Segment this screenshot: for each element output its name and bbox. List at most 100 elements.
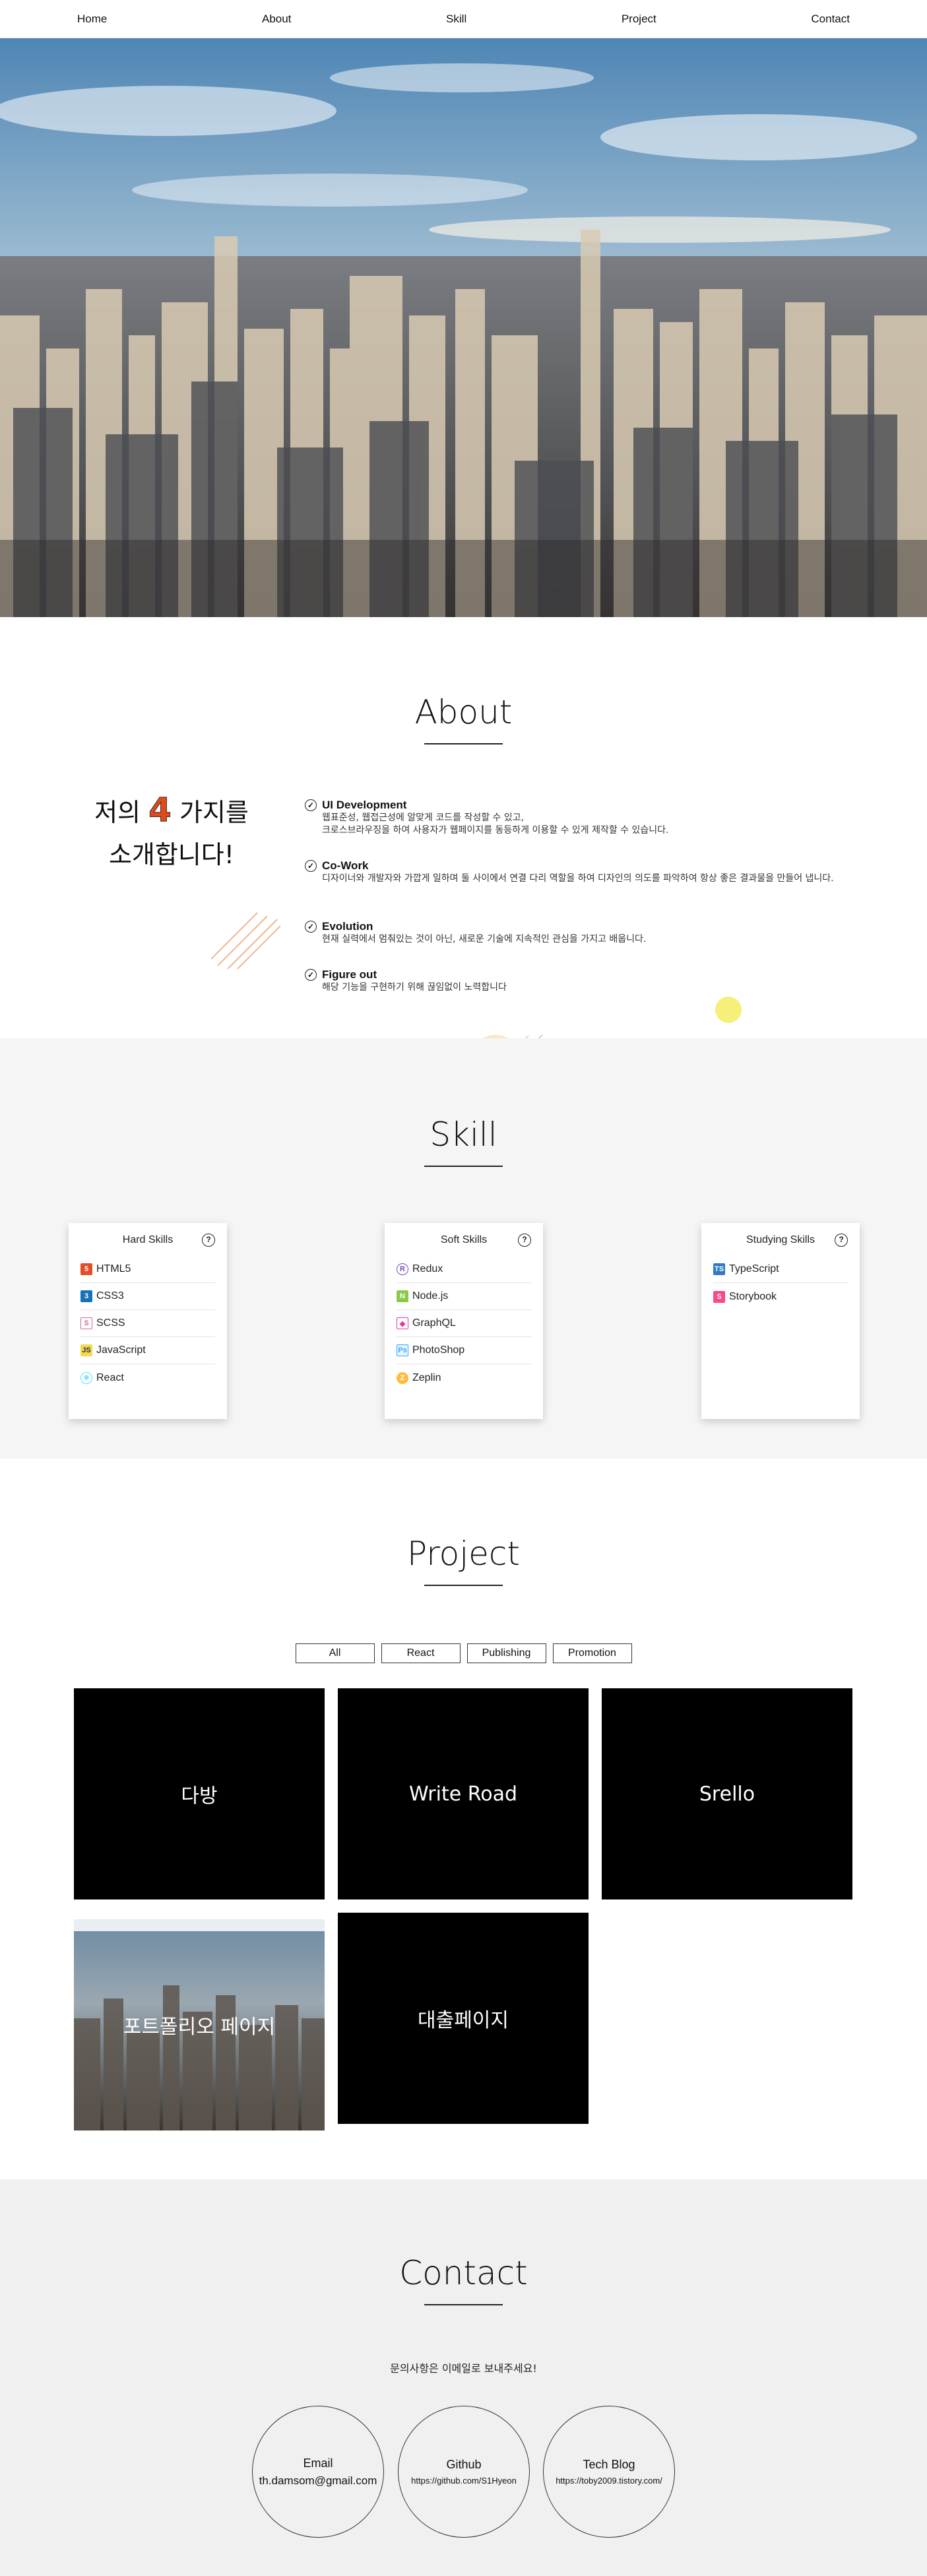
about-item-desc: 현재 실력에서 멈춰있는 것이 아닌, 새로운 기술에 지속적인 관심을 가지고… [322, 934, 647, 944]
project-card-srello[interactable]: Srello [602, 1688, 852, 1899]
typescript-icon: TS [713, 1263, 725, 1275]
question-circle-icon[interactable]: ? [202, 1234, 215, 1247]
project-card-dabang[interactable]: 다방 [74, 1688, 325, 1899]
skill-card-soft: Soft Skills? R Redux N Node.js ◆ GraphQL Ps… [385, 1223, 543, 1419]
about-title: About [414, 693, 513, 731]
about-title-underline [424, 743, 503, 744]
check-circle-icon: ✓ [305, 860, 317, 872]
contact-email-title: Email [303, 2456, 333, 2470]
top-nav: Home About Skill Project Contact [0, 0, 927, 38]
about-item-title: Co-Work [322, 859, 369, 872]
diagonal-stripes-decoration [211, 912, 280, 969]
check-circle-icon: ✓ [305, 799, 317, 811]
project-filters: All React Publishing Promotion [0, 1643, 927, 1663]
skill-item-javascript: JS JavaScript [80, 1337, 215, 1364]
graphql-icon: ◆ [397, 1317, 408, 1329]
photoshop-icon: Ps [397, 1344, 408, 1356]
project-card-title: 대출페이지 [418, 2009, 509, 2032]
project-title: Project [406, 1535, 521, 1573]
nav-contact[interactable]: Contact [811, 13, 850, 26]
skill-item-css3: 3 CSS3 [80, 1283, 215, 1310]
skill-item-nodejs: N Node.js [397, 1283, 531, 1310]
about-item-title: Figure out [322, 968, 377, 981]
contact-blog-title: Tech Blog [583, 2458, 635, 2471]
about-item-figure-out: ✓ Figure out 해당 기능을 구현하기 위해 끊임없이 노력합니다 [305, 968, 866, 994]
about-intro: 저의 4 가지를 소개합니다! [66, 789, 277, 876]
about-intro-line1: 저의 4 가지를 [66, 789, 277, 834]
project-card-title: 다방 [181, 1785, 218, 1808]
about-intro-pre: 저의 [94, 798, 141, 827]
html5-icon: 5 [80, 1263, 92, 1275]
question-circle-icon[interactable]: ? [518, 1234, 531, 1247]
storybook-icon: S [713, 1290, 725, 1303]
skill-label: SCSS [96, 1317, 125, 1329]
nav-project[interactable]: Project [622, 13, 656, 26]
skill-item-redux: R Redux [397, 1256, 531, 1283]
nodejs-icon: N [397, 1290, 408, 1302]
skill-item-typescript: TS TypeScript [713, 1256, 848, 1283]
skill-card-title: Hard Skills [122, 1234, 174, 1245]
skill-item-html5: 5 HTML5 [80, 1256, 215, 1283]
skill-label: TypeScript [729, 1263, 779, 1274]
skill-item-react: ⚛ React [80, 1364, 215, 1391]
contact-title-underline [424, 2304, 503, 2305]
about-item-evolution: ✓ Evolution 현재 실력에서 멈춰있는 것이 아닌, 새로운 기술에 지… [305, 920, 866, 946]
skill-label: CSS3 [96, 1290, 124, 1302]
about-item-desc: 디자이너와 개발자와 가깝게 일하며 둘 사이에서 연결 다리 역할을 하여 디… [322, 873, 834, 884]
react-icon: ⚛ [80, 1371, 92, 1384]
project-card-title: 포트폴리오 페이지 [123, 2016, 276, 2039]
contact-github-value[interactable]: https://github.com/S1Hyeon [411, 2476, 517, 2486]
skill-item-scss: S SCSS [80, 1310, 215, 1337]
contact-message: 문의사항은 이메일로 보내주세요! [390, 2362, 537, 2375]
contact-email[interactable]: Email th.damsom@gmail.com [252, 2406, 384, 2538]
about-intro-post: 가지를 [179, 798, 249, 827]
about-item-ui-development: ✓ UI Development 웹표준성, 웹접근성에 알맞게 코드를 작성할 … [305, 799, 866, 837]
project-card-title: Write Road [408, 1782, 518, 1806]
nav-about[interactable]: About [262, 13, 291, 26]
contact-github[interactable]: Github https://github.com/S1Hyeon [398, 2406, 530, 2538]
skill-label: HTML5 [96, 1263, 131, 1274]
skill-label: GraphQL [412, 1317, 456, 1329]
contact-email-value[interactable]: th.damsom@gmail.com [259, 2474, 377, 2488]
about-item-title: UI Development [322, 799, 407, 811]
skill-label: Redux [412, 1263, 443, 1274]
contact-tech-blog[interactable]: Tech Blog https://toby2009.tistory.com/ [543, 2406, 675, 2538]
skill-item-storybook: S Storybook [713, 1283, 848, 1310]
project-card-loan-page[interactable]: 대출페이지 [338, 1913, 589, 2124]
about-item-title: Evolution [322, 920, 373, 933]
skill-label: JavaScript [96, 1344, 146, 1356]
nav-home[interactable]: Home [77, 13, 107, 26]
skill-label: Node.js [412, 1290, 449, 1302]
filter-promotion-button[interactable]: Promotion [552, 1643, 632, 1663]
about-item-co-work: ✓ Co-Work 디자이너와 개발자와 가깝게 일하며 둘 사이에서 연결 다리… [305, 859, 866, 885]
skill-card-title: Studying Skills [746, 1234, 815, 1245]
about-intro-number: 4 [148, 791, 172, 830]
redux-icon: R [397, 1263, 408, 1275]
contact-blog-value[interactable]: https://toby2009.tistory.com/ [556, 2476, 662, 2486]
about-item-desc: 해당 기능을 구현하기 위해 끊임없이 노력합니다 [322, 982, 507, 993]
yellow-dot-decoration [715, 997, 742, 1023]
skill-title-underline [424, 1166, 503, 1167]
filter-publishing-button[interactable]: Publishing [466, 1643, 546, 1663]
about-item-desc: 웹표준성, 웹접근성에 알맞게 코드를 작성할 수 있고, 크로스브라우징을 하… [322, 812, 669, 836]
contact-github-title: Github [446, 2458, 482, 2471]
javascript-icon: JS [80, 1344, 92, 1356]
skill-item-graphql: ◆ GraphQL [397, 1310, 531, 1337]
zeplin-icon: Z [397, 1371, 408, 1384]
sass-icon: S [80, 1317, 92, 1329]
filter-all-button[interactable]: All [295, 1643, 375, 1663]
project-card-portfolio[interactable]: 포트폴리오 페이지 [74, 1919, 325, 2130]
css3-icon: 3 [80, 1290, 92, 1302]
contact-title: Contact [399, 2254, 528, 2292]
question-circle-icon[interactable]: ? [835, 1234, 848, 1247]
check-circle-icon: ✓ [305, 921, 317, 933]
skill-label: PhotoShop [412, 1344, 465, 1356]
project-card-write-road[interactable]: Write Road [338, 1688, 589, 1899]
skill-title: Skill [430, 1115, 497, 1154]
hero-cityscape-image [0, 38, 927, 617]
project-title-underline [424, 1585, 503, 1586]
skill-label: Zeplin [412, 1371, 441, 1383]
nav-skill[interactable]: Skill [446, 13, 466, 26]
check-circle-icon: ✓ [305, 969, 317, 981]
filter-react-button[interactable]: React [381, 1643, 461, 1663]
